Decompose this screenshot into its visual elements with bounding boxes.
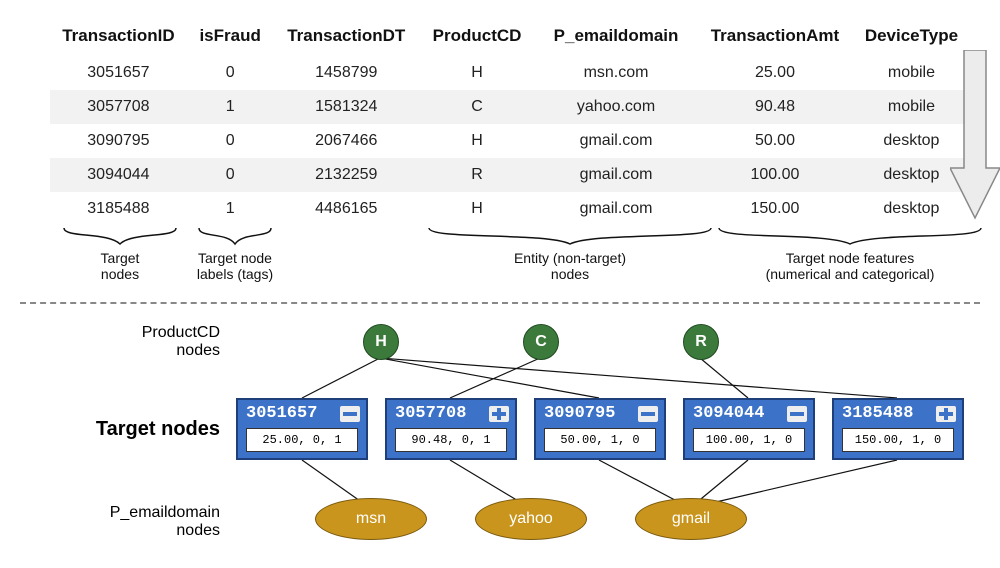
cell: 90.48 xyxy=(697,90,853,124)
table-header-row: TransactionID isFraud TransactionDT Prod… xyxy=(50,20,970,56)
target-features: 50.00, 1, 0 xyxy=(544,428,656,452)
col-header: TransactionID xyxy=(50,20,187,56)
cell: 0 xyxy=(187,124,274,158)
down-arrow-icon xyxy=(950,50,1000,220)
email-node-msn: msn xyxy=(315,498,427,540)
cell: 1581324 xyxy=(273,90,419,124)
productcd-node-c: C xyxy=(523,324,559,360)
target-node: 3090795 50.00, 1, 0 xyxy=(534,398,666,460)
graph-diagram: ProductCDnodes Target nodes P_emaildomai… xyxy=(50,318,970,548)
target-features: 100.00, 1, 0 xyxy=(693,428,805,452)
brace-label: Targetnodes xyxy=(50,250,190,282)
brace-target-labels: Target nodelabels (tags) xyxy=(190,226,280,282)
table-row: 3051657 0 1458799 H msn.com 25.00 mobile xyxy=(50,56,970,90)
cell: 1458799 xyxy=(273,56,419,90)
cell: 25.00 xyxy=(697,56,853,90)
target-features: 150.00, 1, 0 xyxy=(842,428,954,452)
cell: 4486165 xyxy=(273,192,419,226)
target-id: 3090795 xyxy=(544,404,615,423)
data-table-wrap: TransactionID isFraud TransactionDT Prod… xyxy=(50,20,970,226)
email-label: yahoo xyxy=(509,510,553,528)
target-id: 3051657 xyxy=(246,404,317,423)
brace-entity-nodes: Entity (non-target)nodes xyxy=(420,226,720,282)
productcd-node-r: R xyxy=(683,324,719,360)
cell: H xyxy=(419,124,535,158)
cell: 3057708 xyxy=(50,90,187,124)
col-header: isFraud xyxy=(187,20,274,56)
col-header: P_emaildomain xyxy=(535,20,697,56)
cell: 1 xyxy=(187,90,274,124)
target-node: 3094044 100.00, 1, 0 xyxy=(683,398,815,460)
table-row: 3057708 1 1581324 C yahoo.com 90.48 mobi… xyxy=(50,90,970,124)
email-label: msn xyxy=(356,510,386,528)
cell: 1 xyxy=(187,192,274,226)
cell: 3094044 xyxy=(50,158,187,192)
section-separator xyxy=(20,302,980,304)
column-braces-row: Targetnodes Target nodelabels (tags) Ent… xyxy=(50,226,970,298)
target-id: 3057708 xyxy=(395,404,466,423)
cell: H xyxy=(419,56,535,90)
target-node: 3057708 90.48, 0, 1 xyxy=(385,398,517,460)
cell: C xyxy=(419,90,535,124)
cell: gmail.com xyxy=(535,158,697,192)
email-label: gmail xyxy=(672,510,710,528)
table-row: 3090795 0 2067466 H gmail.com 50.00 desk… xyxy=(50,124,970,158)
target-features: 25.00, 0, 1 xyxy=(246,428,358,452)
target-features: 90.48, 0, 1 xyxy=(395,428,507,452)
pcd-label: R xyxy=(695,333,707,351)
minus-icon xyxy=(340,406,360,422)
cell: gmail.com xyxy=(535,124,697,158)
plus-icon xyxy=(489,406,509,422)
cell: 100.00 xyxy=(697,158,853,192)
cell: 3051657 xyxy=(50,56,187,90)
cell: 0 xyxy=(187,158,274,192)
brace-target-nodes: Targetnodes xyxy=(50,226,190,282)
cell: 2067466 xyxy=(273,124,419,158)
pcd-label: H xyxy=(375,333,387,351)
cell: 3185488 xyxy=(50,192,187,226)
plus-icon xyxy=(936,406,956,422)
pcd-label: C xyxy=(535,333,547,351)
target-id: 3185488 xyxy=(842,404,913,423)
brace-label: Target nodelabels (tags) xyxy=(190,250,280,282)
table-row: 3094044 0 2132259 R gmail.com 100.00 des… xyxy=(50,158,970,192)
cell: 2132259 xyxy=(273,158,419,192)
data-table: TransactionID isFraud TransactionDT Prod… xyxy=(50,20,970,226)
minus-icon xyxy=(638,406,658,422)
cell: 0 xyxy=(187,56,274,90)
cell: 150.00 xyxy=(697,192,853,226)
target-id: 3094044 xyxy=(693,404,764,423)
cell: 50.00 xyxy=(697,124,853,158)
cell: R xyxy=(419,158,535,192)
minus-icon xyxy=(787,406,807,422)
email-node-gmail: gmail xyxy=(635,498,747,540)
cell: yahoo.com xyxy=(535,90,697,124)
brace-target-features: Target node features(numerical and categ… xyxy=(710,226,990,282)
cell: H xyxy=(419,192,535,226)
cell: 3090795 xyxy=(50,124,187,158)
col-header: ProductCD xyxy=(419,20,535,56)
table-row: 3185488 1 4486165 H gmail.com 150.00 des… xyxy=(50,192,970,226)
email-node-yahoo: yahoo xyxy=(475,498,587,540)
target-node: 3185488 150.00, 1, 0 xyxy=(832,398,964,460)
productcd-node-h: H xyxy=(363,324,399,360)
brace-label: Target node features(numerical and categ… xyxy=(710,250,990,282)
target-node: 3051657 25.00, 0, 1 xyxy=(236,398,368,460)
col-header: TransactionDT xyxy=(273,20,419,56)
cell: gmail.com xyxy=(535,192,697,226)
col-header: TransactionAmt xyxy=(697,20,853,56)
brace-label: Entity (non-target)nodes xyxy=(420,250,720,282)
cell: msn.com xyxy=(535,56,697,90)
